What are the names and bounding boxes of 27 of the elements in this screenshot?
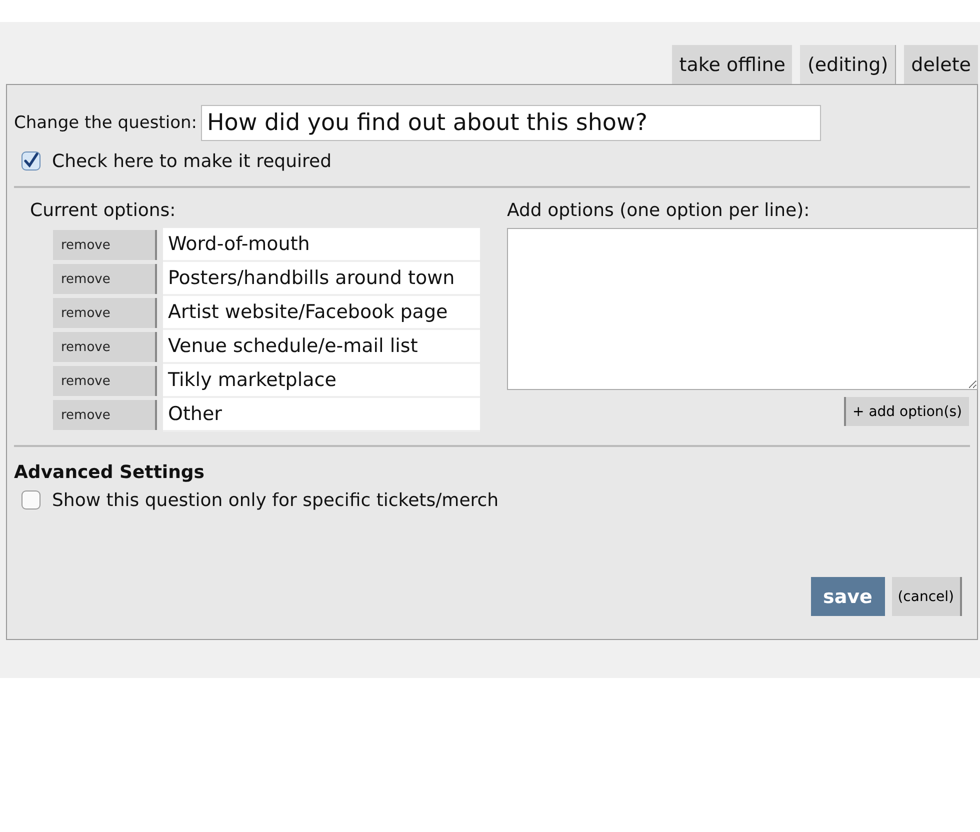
remove-button[interactable]: remove — [53, 264, 157, 294]
option-text: Venue schedule/e-mail list — [163, 330, 480, 364]
tab[interactable]: (editing) — [800, 45, 896, 84]
remove-button[interactable]: remove — [53, 366, 157, 396]
current-options-heading: Current options: — [30, 200, 177, 223]
option-text: Tikly marketplace — [163, 364, 480, 398]
cancel-button[interactable]: (cancel) — [892, 577, 962, 616]
option-text: Artist website/Facebook page — [163, 296, 480, 330]
tab[interactable]: take offline — [672, 45, 792, 84]
question-label: Change the question: — [14, 113, 197, 133]
remove-button[interactable]: remove — [53, 332, 157, 362]
advanced-settings-heading: Advanced Settings — [14, 462, 206, 483]
add-options-heading: Add options (one option per line): — [507, 200, 811, 223]
option-text: Posters/handbills around town — [163, 262, 480, 296]
specific-tickets-label: Show this question only for specific tickets/merch — [52, 490, 499, 510]
required-label: Check here to make it required — [52, 150, 332, 172]
question-field[interactable]: How did you find out about this show? — [200, 105, 821, 141]
checkbox[interactable] — [21, 151, 41, 171]
add-options-button[interactable]: + add option(s) — [844, 397, 969, 426]
option-text: Word-of-mouth — [163, 228, 480, 262]
remove-button[interactable]: remove — [53, 298, 157, 328]
save-button[interactable]: save — [810, 577, 885, 616]
remove-button[interactable]: remove — [53, 230, 157, 260]
checkbox[interactable] — [21, 490, 41, 510]
option-text: Other — [163, 398, 480, 432]
remove-button[interactable]: remove — [53, 400, 157, 430]
tab[interactable]: delete — [904, 45, 978, 84]
